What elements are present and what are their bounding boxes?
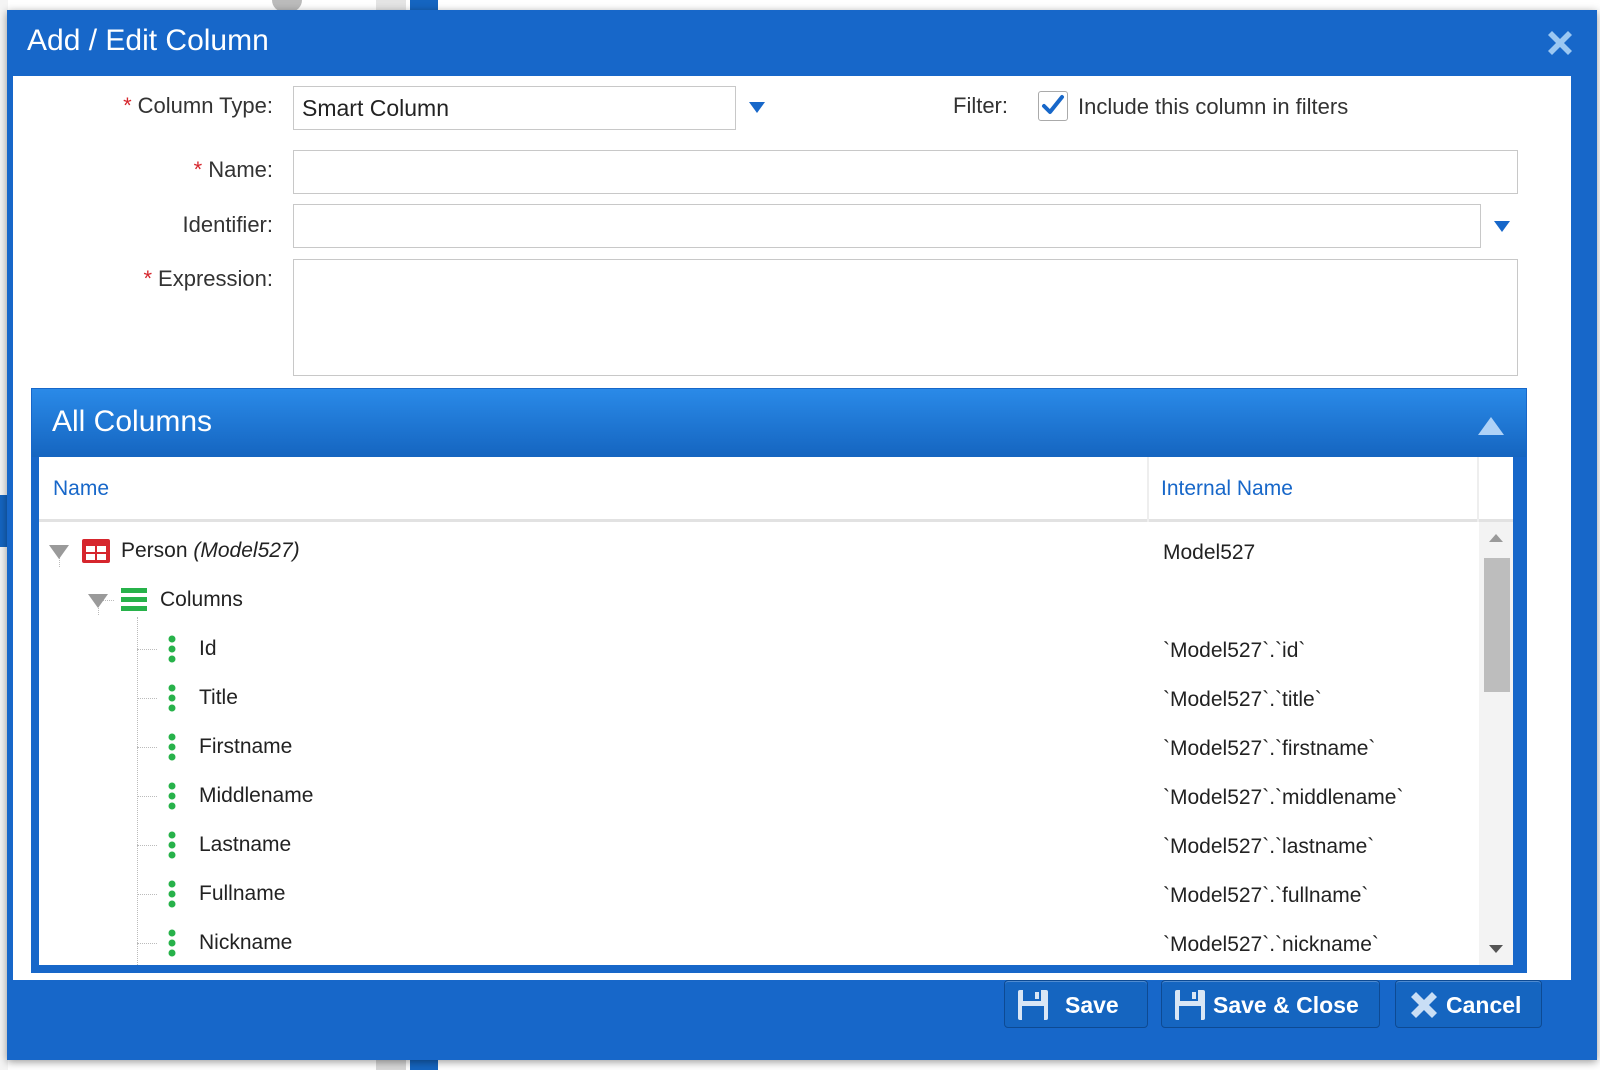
name-label: * Name: xyxy=(33,157,273,183)
column-icon xyxy=(168,831,176,859)
column-type-value: Smart Column xyxy=(302,95,449,121)
save-and-close-button[interactable]: Save & Close xyxy=(1161,980,1380,1028)
list-icon xyxy=(121,588,147,611)
tree-row-column[interactable]: Id `Model527`.`id` xyxy=(39,625,1479,674)
vertical-scrollbar[interactable] xyxy=(1479,522,1513,965)
cancel-button[interactable]: Cancel xyxy=(1395,980,1542,1028)
expand-toggle-icon[interactable] xyxy=(88,594,108,608)
close-icon xyxy=(1548,31,1572,55)
tree-row-column[interactable]: Title `Model527`.`title` xyxy=(39,674,1479,723)
tree-guide-line xyxy=(137,698,157,699)
tree-node-label: Nickname xyxy=(199,931,293,954)
internal-name-cell: `Model527`.`firstname` xyxy=(1163,737,1376,760)
column-icon xyxy=(168,782,176,810)
required-marker: * xyxy=(143,266,153,291)
tree-node-label: Person (Model527) xyxy=(121,539,300,563)
identifier-label: Identifier: xyxy=(182,212,274,237)
column-type-dropdown-arrow[interactable] xyxy=(749,102,765,113)
filter-checkbox-label[interactable]: Include this column in filters xyxy=(1078,94,1348,120)
all-columns-panel: All Columns Name Internal Name Person (M… xyxy=(31,388,1527,973)
grid-header: Name Internal Name xyxy=(39,457,1513,522)
expression-label: * Expression: xyxy=(33,266,273,292)
table-model: (Model527) xyxy=(193,539,300,562)
dialog-titlebar[interactable]: Add / Edit Column xyxy=(7,10,1597,76)
internal-name-cell: `Model527`.`nickname` xyxy=(1163,933,1379,956)
column-type-select[interactable]: Smart Column xyxy=(293,86,736,130)
column-icon xyxy=(168,880,176,908)
filter-checkbox[interactable] xyxy=(1038,91,1068,121)
scroll-down-arrow[interactable] xyxy=(1489,945,1503,953)
x-icon xyxy=(1411,992,1437,1018)
tree-node-label: Lastname xyxy=(199,833,292,856)
tree-node-label: Columns xyxy=(160,588,243,611)
internal-name-cell: `Model527`.`middlename` xyxy=(1163,786,1404,809)
tree-row-columns-group[interactable]: Columns xyxy=(39,576,1479,625)
tree-node-label: Firstname xyxy=(199,735,293,758)
close-button[interactable] xyxy=(1543,26,1577,60)
identifier-input[interactable] xyxy=(293,204,1481,248)
save-button-label: Save xyxy=(1065,992,1119,1018)
column-type-label-text: Column Type: xyxy=(137,93,273,118)
internal-name-cell: `Model527`.`fullname` xyxy=(1163,884,1369,907)
column-icon xyxy=(168,929,176,957)
tree-node-label: Fullname xyxy=(199,882,286,905)
add-edit-column-dialog: Add / Edit Column * Column Type: Smart Co… xyxy=(7,10,1597,1060)
scroll-thumb[interactable] xyxy=(1484,558,1510,692)
tree-row-column[interactable]: Middlename `Model527`.`middlename` xyxy=(39,772,1479,821)
dialog-body: * Column Type: Smart Column Filter: Inclu… xyxy=(13,76,1571,980)
expression-label-text: Expression: xyxy=(158,266,273,291)
column-type-label: * Column Type: xyxy=(33,93,273,119)
tree-guide-line xyxy=(137,796,157,797)
table-name: Person xyxy=(121,539,188,562)
tree-node-label: Middlename xyxy=(199,784,314,807)
save-and-close-button-label: Save & Close xyxy=(1213,992,1359,1018)
required-marker: * xyxy=(123,93,132,118)
checkmark-icon xyxy=(1042,95,1064,114)
column-divider[interactable] xyxy=(1477,457,1479,522)
tree-guide-line xyxy=(137,943,157,944)
collapse-arrow-icon[interactable] xyxy=(1478,417,1504,435)
identifier-dropdown-arrow[interactable] xyxy=(1494,221,1510,232)
tree-guide-line xyxy=(137,747,157,748)
internal-name-cell: `Model527`.`lastname` xyxy=(1163,835,1375,858)
scroll-up-arrow[interactable] xyxy=(1489,534,1503,542)
internal-name-cell: Model527 xyxy=(1163,541,1256,564)
dialog-title: Add / Edit Column xyxy=(27,24,269,57)
tree-row-column[interactable]: Firstname `Model527`.`firstname` xyxy=(39,723,1479,772)
filter-label: Filter: xyxy=(953,93,1008,118)
tree-guide-line xyxy=(137,894,157,895)
column-header-internal-name[interactable]: Internal Name xyxy=(1161,477,1293,501)
expand-toggle-icon[interactable] xyxy=(49,545,69,559)
tree-node-label: Title xyxy=(199,686,238,709)
name-label-text: Name: xyxy=(208,157,273,182)
expression-textarea[interactable] xyxy=(293,259,1518,376)
all-columns-header[interactable]: All Columns xyxy=(32,389,1526,457)
column-header-name[interactable]: Name xyxy=(53,477,109,501)
floppy-disk-icon xyxy=(1018,990,1048,1020)
column-icon xyxy=(168,635,176,663)
all-columns-title: All Columns xyxy=(52,405,213,438)
save-button[interactable]: Save xyxy=(1004,980,1148,1028)
name-input[interactable] xyxy=(293,150,1518,194)
column-icon xyxy=(168,733,176,761)
tree-row-person[interactable]: Person (Model527) Model527 xyxy=(39,527,1479,576)
table-icon xyxy=(82,539,110,563)
tree-row-column[interactable]: Fullname `Model527`.`fullname` xyxy=(39,870,1479,919)
internal-name-cell: `Model527`.`title` xyxy=(1163,688,1322,711)
internal-name-cell: `Model527`.`id` xyxy=(1163,639,1306,662)
column-divider[interactable] xyxy=(1147,457,1149,522)
tree-guide-line xyxy=(137,649,157,650)
floppy-disk-icon xyxy=(1175,990,1205,1020)
required-marker: * xyxy=(193,157,203,182)
tree-row-column[interactable]: Lastname `Model527`.`lastname` xyxy=(39,821,1479,870)
tree-node-label: Id xyxy=(199,637,217,660)
tree-guide-line xyxy=(137,845,157,846)
columns-tree-grid: Name Internal Name Person (Model527) Mod… xyxy=(39,457,1513,965)
tree-row-column[interactable]: Nickname `Model527`.`nickname` xyxy=(39,919,1479,965)
column-icon xyxy=(168,684,176,712)
cancel-button-label: Cancel xyxy=(1446,992,1522,1018)
